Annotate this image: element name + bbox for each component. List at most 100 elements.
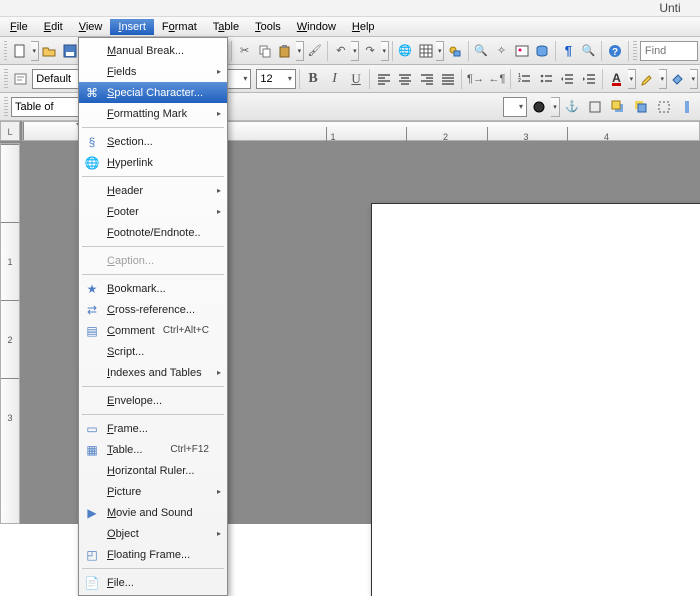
menu-window[interactable]: Window <box>289 19 344 35</box>
ruler-tick: 4 <box>567 127 645 145</box>
format-paintbrush-button[interactable]: 🖌 <box>305 40 324 62</box>
ltr-button[interactable]: ¶→ <box>465 68 486 90</box>
help-button[interactable]: ? <box>605 40 624 62</box>
gallery-button[interactable] <box>512 40 531 62</box>
menu-insert[interactable]: Insert <box>110 19 154 35</box>
toolbar-grip[interactable] <box>633 41 636 61</box>
paste-dropdown[interactable]: ▾ <box>296 41 304 61</box>
menu-item-special-character[interactable]: ⌘Special Character... <box>79 82 227 103</box>
bold-button[interactable]: B <box>303 68 324 90</box>
numbered-list-button[interactable]: 12 <box>514 68 535 90</box>
undo-button[interactable]: ↶ <box>331 40 350 62</box>
file-icon: 📄 <box>84 575 100 591</box>
menu-item-indexes-and-tables[interactable]: Indexes and Tables▸ <box>79 362 227 383</box>
new-document-button[interactable] <box>10 40 29 62</box>
toolbar-grip[interactable] <box>4 97 8 117</box>
menu-item-manual-break[interactable]: Manual Break... <box>79 40 227 61</box>
align-right-button[interactable] <box>416 68 437 90</box>
circle-color-dropdown[interactable]: ▾ <box>551 97 560 117</box>
menu-item-label: Table... <box>107 444 142 456</box>
circle-color-button[interactable] <box>528 96 550 118</box>
menu-edit[interactable]: Edit <box>36 19 71 35</box>
table-dropdown[interactable]: ▾ <box>436 41 444 61</box>
hyperlink-button[interactable]: 🌐 <box>396 40 415 62</box>
highlight-dropdown[interactable]: ▾ <box>659 69 667 89</box>
menu-item-horizontal-ruler[interactable]: Horizontal Ruler... <box>79 460 227 481</box>
menu-item-object[interactable]: Object▸ <box>79 523 227 544</box>
insert-table-button[interactable] <box>416 40 435 62</box>
frame-icon: ▭ <box>84 421 100 437</box>
menu-item-fields[interactable]: Fields▸ <box>79 61 227 82</box>
show-draw-button[interactable] <box>445 40 464 62</box>
align-center-button[interactable] <box>395 68 416 90</box>
menu-help[interactable]: Help <box>344 19 383 35</box>
bg-color-dropdown[interactable]: ▾ <box>690 69 698 89</box>
toolbar-grip[interactable] <box>4 41 7 61</box>
paste-button[interactable] <box>276 40 295 62</box>
font-size-combo[interactable]: 12▾ <box>256 69 295 89</box>
navigator-button[interactable]: ✧ <box>492 40 511 62</box>
rtl-button[interactable]: ←¶ <box>487 68 508 90</box>
wrap-button[interactable] <box>584 96 606 118</box>
menu-item-frame[interactable]: ▭Frame... <box>79 418 227 439</box>
undo-dropdown[interactable]: ▾ <box>351 41 359 61</box>
cut-button[interactable]: ✂ <box>235 40 254 62</box>
document-page[interactable] <box>371 203 700 596</box>
styles-window-button[interactable] <box>11 68 32 90</box>
bulleted-list-button[interactable] <box>536 68 557 90</box>
bg-color-button[interactable] <box>668 68 689 90</box>
redo-dropdown[interactable]: ▾ <box>381 41 389 61</box>
menu-item-table[interactable]: ▦Table...Ctrl+F12 <box>79 439 227 460</box>
toolbar-grip[interactable] <box>4 69 8 89</box>
anchor-button[interactable]: ⚓ <box>561 96 583 118</box>
menu-item-footnote-endnote[interactable]: Footnote/Endnote.. <box>79 222 227 243</box>
copy-button[interactable] <box>255 40 274 62</box>
menu-item-bookmark[interactable]: ★Bookmark... <box>79 278 227 299</box>
new-document-dropdown[interactable]: ▾ <box>31 41 39 61</box>
menu-tools[interactable]: Tools <box>247 19 289 35</box>
menu-item-formatting-mark[interactable]: Formatting Mark▸ <box>79 103 227 124</box>
menu-view[interactable]: View <box>71 19 111 35</box>
svg-text:2: 2 <box>518 78 521 84</box>
menu-item-footer[interactable]: Footer▸ <box>79 201 227 222</box>
section-icon: § <box>84 134 100 150</box>
nonprinting-chars-button[interactable]: ¶ <box>559 40 578 62</box>
menu-table[interactable]: Table <box>205 19 247 35</box>
menu-item-cross-reference[interactable]: ⇄Cross-reference... <box>79 299 227 320</box>
find-toolbar-input[interactable] <box>640 41 698 61</box>
justify-button[interactable] <box>438 68 459 90</box>
italic-button[interactable]: I <box>324 68 345 90</box>
menu-format[interactable]: Format <box>154 19 205 35</box>
menu-item-comment[interactable]: ▤CommentCtrl+Alt+C <box>79 320 227 341</box>
zoom-button[interactable]: 🔍 <box>579 40 598 62</box>
align-left-button[interactable] <box>373 68 394 90</box>
save-button[interactable] <box>60 40 79 62</box>
find-replace-button[interactable]: 🔍 <box>471 40 490 62</box>
send-back-button[interactable] <box>630 96 652 118</box>
line-style-combo[interactable]: ▾ <box>503 97 527 117</box>
decrease-indent-button[interactable] <box>557 68 578 90</box>
highlight-button[interactable] <box>637 68 658 90</box>
font-color-button[interactable]: A <box>606 68 627 90</box>
border-button[interactable] <box>653 96 675 118</box>
increase-indent-button[interactable] <box>579 68 600 90</box>
redo-button[interactable]: ↷ <box>360 40 379 62</box>
bring-front-button[interactable] <box>607 96 629 118</box>
data-sources-button[interactable] <box>532 40 551 62</box>
open-button[interactable] <box>40 40 59 62</box>
vertical-ruler[interactable]: 1 2 3 <box>0 143 20 524</box>
menu-file[interactable]: File <box>2 19 36 35</box>
menu-item-script[interactable]: Script... <box>79 341 227 362</box>
menu-item-movie-and-sound[interactable]: ▶Movie and Sound <box>79 502 227 523</box>
menu-item-hyperlink[interactable]: 🌐Hyperlink <box>79 152 227 173</box>
menu-item-picture[interactable]: Picture▸ <box>79 481 227 502</box>
menu-item-file[interactable]: 📄File... <box>79 572 227 593</box>
align-objects-button[interactable] <box>676 96 698 118</box>
menu-item-section[interactable]: §Section... <box>79 131 227 152</box>
menu-separator <box>82 246 224 247</box>
menu-item-floating-frame[interactable]: ◰Floating Frame... <box>79 544 227 565</box>
underline-button[interactable]: U <box>346 68 367 90</box>
menu-item-header[interactable]: Header▸ <box>79 180 227 201</box>
menu-item-envelope[interactable]: Envelope... <box>79 390 227 411</box>
font-color-dropdown[interactable]: ▾ <box>628 69 636 89</box>
